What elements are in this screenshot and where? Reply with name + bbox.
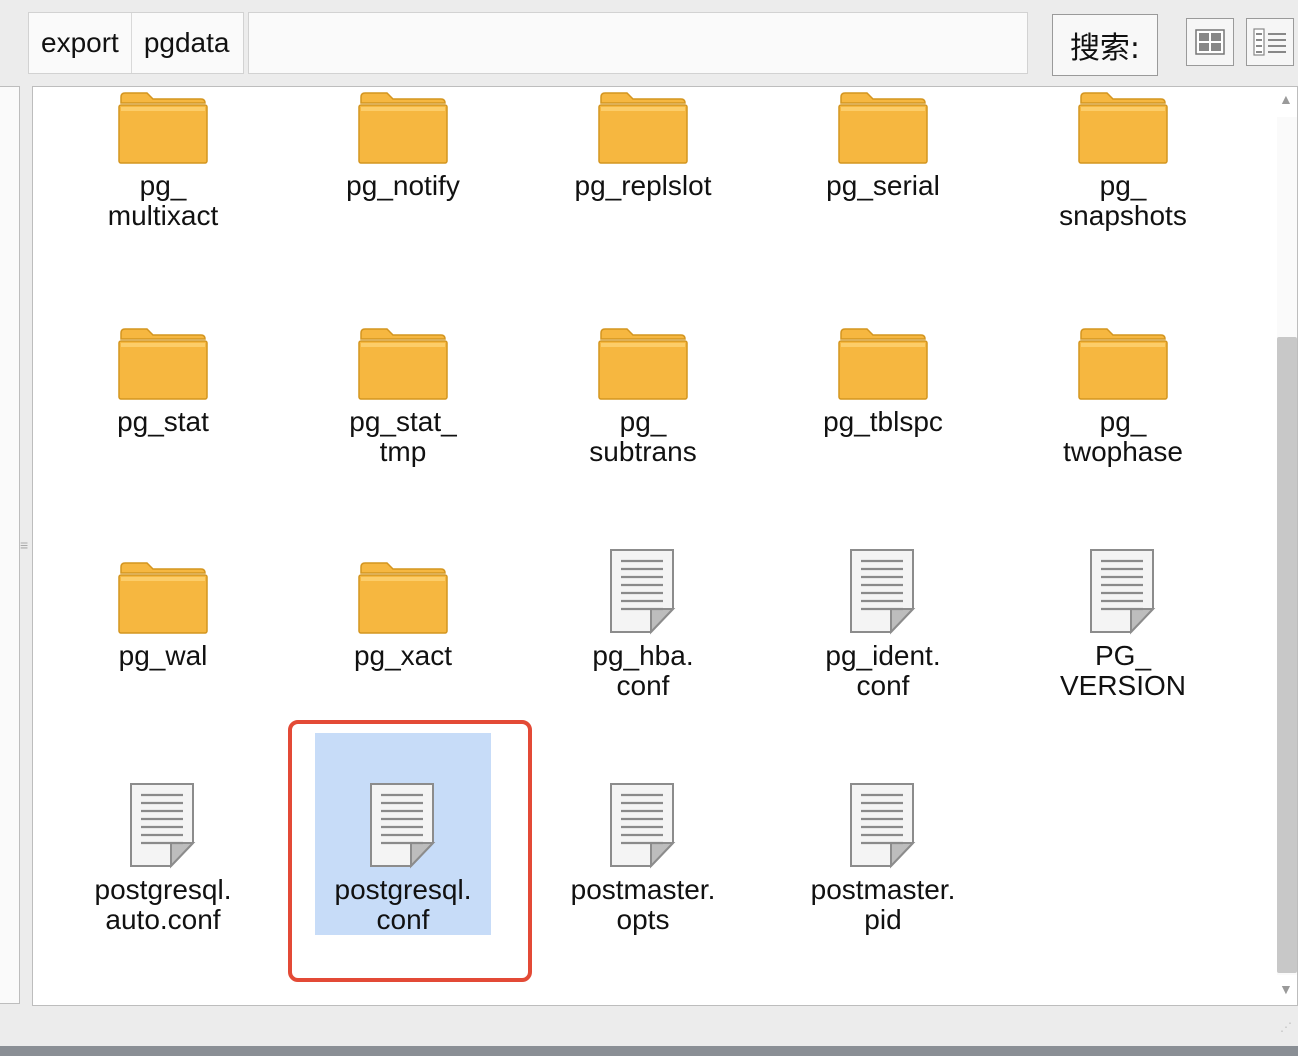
file-item[interactable]: pg_hba. conf <box>555 547 731 701</box>
item-label: pg_ snapshots <box>1059 170 1187 231</box>
item-label: pg_ident. conf <box>825 640 941 701</box>
item-label: pg_stat_ tmp <box>349 406 457 467</box>
item-label: pg_xact <box>353 640 453 671</box>
scroll-thumb[interactable] <box>1277 337 1297 973</box>
folder-item[interactable]: pg_ twophase <box>1035 313 1211 467</box>
folder-icon <box>1078 92 1168 164</box>
item-label: pg_notify <box>346 170 460 201</box>
item-label: pg_ subtrans <box>589 406 697 467</box>
scroll-down-arrow-icon[interactable]: ▼ <box>1279 981 1293 997</box>
folder-item[interactable]: pg_wal <box>75 547 251 671</box>
folder-icon <box>598 328 688 400</box>
item-label: PG_ VERSION <box>1059 640 1187 701</box>
document-icon <box>1090 549 1156 635</box>
item-label: pg_stat <box>117 406 209 437</box>
item-label: postmaster. pid <box>810 874 956 935</box>
folder-icon <box>358 328 448 400</box>
file-browser-pane: pg_ multixact pg_notify pg_replslot pg_seri… <box>32 86 1298 1006</box>
folder-item[interactable]: pg_ snapshots <box>1035 87 1211 231</box>
folder-icon <box>838 328 928 400</box>
file-item[interactable]: postmaster. pid <box>795 781 971 935</box>
breadcrumb-item-export[interactable]: export <box>29 13 131 73</box>
item-label: pg_serial <box>826 170 940 201</box>
item-label: pg_replslot <box>574 170 712 201</box>
bottom-strip <box>0 1046 1298 1056</box>
file-item[interactable]: postmaster. opts <box>555 781 731 935</box>
vertical-scrollbar[interactable]: ▲ ▼ <box>1269 87 1297 1005</box>
document-icon <box>610 549 676 635</box>
file-item[interactable]: PG_ VERSION <box>1035 547 1211 701</box>
file-grid: pg_ multixact pg_notify pg_replslot pg_seri… <box>33 87 1269 1005</box>
item-label: postgresql. auto.conf <box>94 874 232 935</box>
folder-item[interactable]: pg_stat_ tmp <box>315 313 491 467</box>
document-icon <box>610 783 676 869</box>
grid-view-button[interactable] <box>1186 18 1234 66</box>
highlight-box <box>288 720 532 982</box>
breadcrumb-item-pgdata[interactable]: pgdata <box>130 13 242 73</box>
item-label: pg_hba. conf <box>592 640 694 701</box>
item-label: postmaster. opts <box>570 874 716 935</box>
search-button[interactable]: 搜索: <box>1052 14 1158 76</box>
folder-item[interactable]: pg_notify <box>315 87 491 201</box>
splitter-handle[interactable]: ≡ <box>20 537 28 553</box>
file-item[interactable]: pg_ident. conf <box>795 547 971 701</box>
item-label: pg_wal <box>118 640 208 671</box>
list-view-button[interactable] <box>1246 18 1294 66</box>
toolbar: export pgdata 搜索: <box>0 0 1298 86</box>
path-field[interactable] <box>248 12 1028 74</box>
sidebar-panel[interactable] <box>0 86 20 1004</box>
file-item[interactable]: postgresql. auto.conf <box>75 781 251 935</box>
folder-icon <box>118 92 208 164</box>
item-label: pg_ twophase <box>1063 406 1183 467</box>
folder-item[interactable]: pg_stat <box>75 313 251 437</box>
folder-icon <box>118 562 208 634</box>
grid-view-icon <box>1195 29 1225 55</box>
resize-grip-icon[interactable]: ⋰ <box>1280 1020 1292 1034</box>
folder-icon <box>358 562 448 634</box>
folder-item[interactable]: pg_ subtrans <box>555 313 731 467</box>
list-view-icon <box>1253 28 1286 56</box>
item-label: pg_ multixact <box>107 170 219 231</box>
item-label: pg_tblspc <box>823 406 943 437</box>
folder-item[interactable]: pg_ multixact <box>75 87 251 231</box>
folder-icon <box>838 92 928 164</box>
breadcrumb: export pgdata <box>28 12 244 74</box>
scroll-up-arrow-icon[interactable]: ▲ <box>1279 91 1293 107</box>
folder-icon <box>1078 328 1168 400</box>
document-icon <box>850 549 916 635</box>
folder-item[interactable]: pg_xact <box>315 547 491 671</box>
document-icon <box>130 783 196 869</box>
folder-item[interactable]: pg_serial <box>795 87 971 201</box>
folder-item[interactable]: pg_tblspc <box>795 313 971 437</box>
folder-icon <box>358 92 448 164</box>
document-icon <box>850 783 916 869</box>
folder-icon <box>598 92 688 164</box>
folder-item[interactable]: pg_replslot <box>555 87 731 201</box>
folder-icon <box>118 328 208 400</box>
